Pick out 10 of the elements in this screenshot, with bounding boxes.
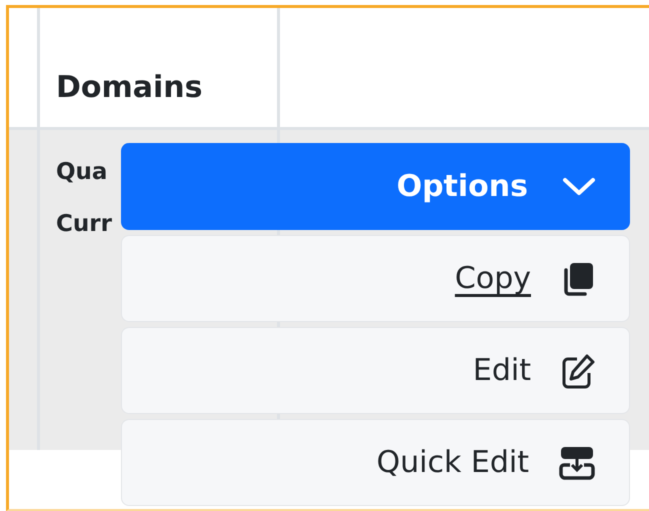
column-header: Domains <box>56 70 203 105</box>
table-cell-text: Qua <box>56 158 108 186</box>
menu-item[interactable]: Copy <box>121 235 630 322</box>
menu-item[interactable]: Quick Edit <box>121 419 630 506</box>
chevron-icon <box>562 176 596 196</box>
menu-item[interactable]: Edit <box>121 327 630 414</box>
options-button[interactable]: Options <box>121 143 630 230</box>
table-cell-text: Curr <box>56 210 113 238</box>
edit-icon <box>561 352 595 388</box>
tray-icon <box>559 444 595 480</box>
